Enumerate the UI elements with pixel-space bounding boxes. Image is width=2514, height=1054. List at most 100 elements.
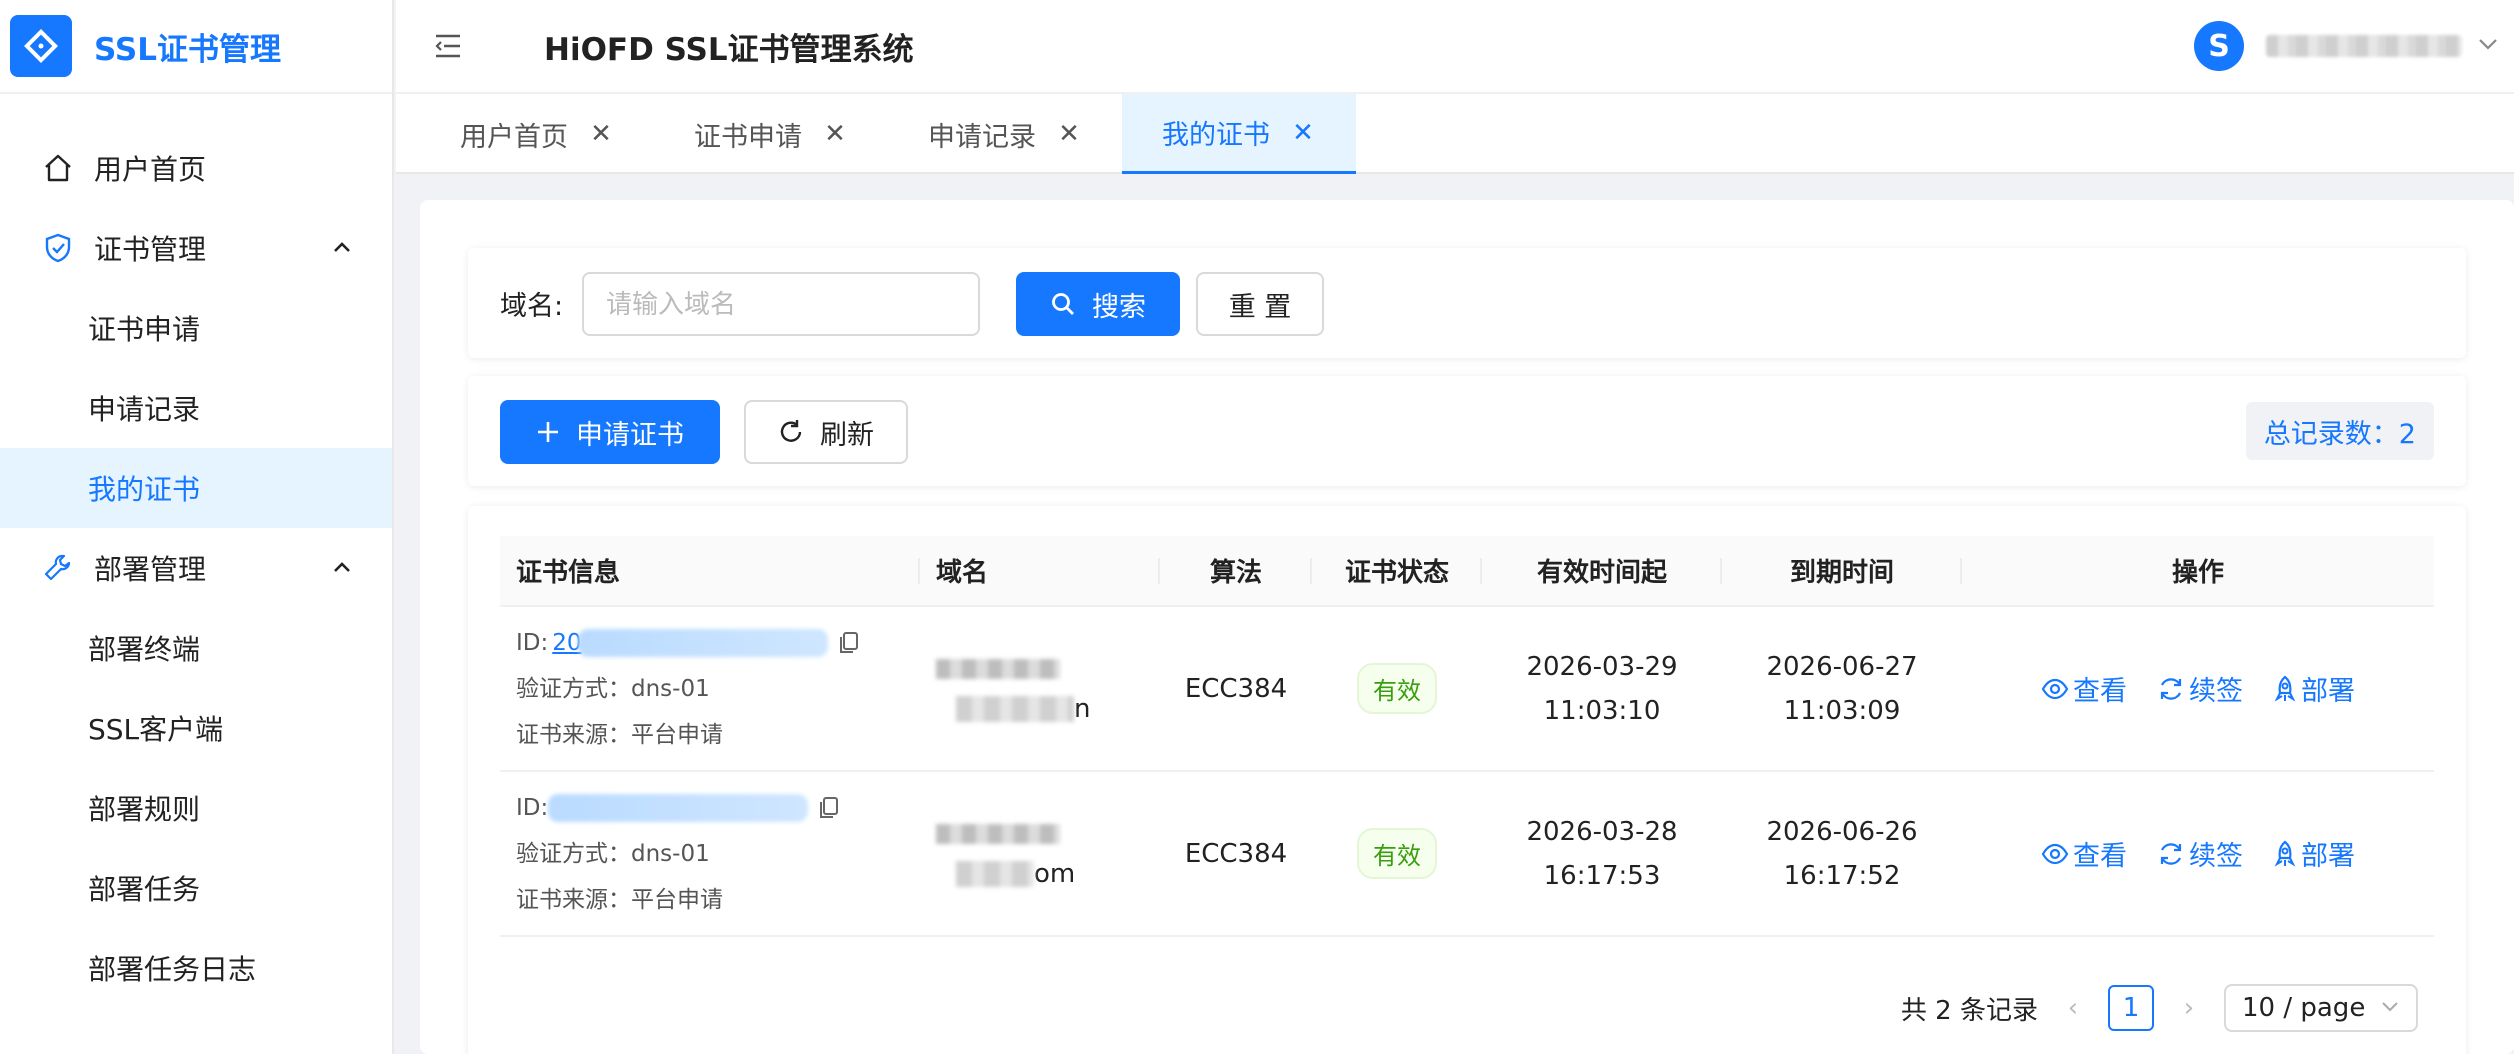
tab-bar: 用户首页 ✕ 证书申请 ✕ 申请记录 ✕ 我的证书 ✕ [396, 94, 2514, 174]
renew-button[interactable]: 续签 [2157, 834, 2243, 873]
chevron-down-icon[interactable] [2476, 32, 2500, 60]
view-label: 查看 [2073, 676, 2127, 707]
tab-cert-apply[interactable]: 证书申请 ✕ [654, 94, 888, 174]
deploy-label: 部署 [2301, 676, 2355, 707]
cert-info-cell: ID: 20 验证方式：dns-01 证书来源：平台申请 [500, 606, 920, 772]
logo-text: SSL证书管理 [94, 31, 282, 68]
next-page-icon[interactable]: › [2174, 993, 2204, 1023]
sidebar-item-apply-records[interactable]: 申请记录 [0, 368, 392, 448]
renew-button[interactable]: 续签 [2157, 669, 2243, 708]
search-icon [1050, 291, 1076, 317]
cert-info-cell: ID: 验证方式：dns-01 证书来源：平台申请 [500, 771, 920, 937]
end-time-cell: 2026-06-27 11:03:09 [1722, 606, 1962, 772]
cert-id-redacted [548, 793, 809, 822]
sidebar-item-cert-apply[interactable]: 证书申请 [0, 288, 392, 368]
sidebar-item-ssl-client[interactable]: SSL客户端 [0, 688, 392, 768]
view-label: 查看 [2073, 841, 2127, 872]
end-clock: 16:17:52 [1783, 860, 1901, 891]
start-clock: 16:17:53 [1543, 860, 1661, 891]
sidebar-item-label: SSL客户端 [88, 713, 224, 746]
view-button[interactable]: 查看 [2041, 834, 2127, 873]
sidebar-item-my-certs[interactable]: 我的证书 [0, 448, 392, 528]
shield-check-icon [40, 230, 76, 266]
end-date: 2026-06-26 [1766, 816, 1918, 847]
end-time-cell: 2026-06-26 16:17:52 [1722, 771, 1962, 937]
column-header: 证书信息 [500, 536, 920, 607]
start-clock: 11:03:10 [1543, 695, 1661, 726]
renew-label: 续签 [2189, 841, 2243, 872]
sidebar-item-label: 证书管理 [94, 233, 207, 266]
cert-id-line: ID: [516, 785, 920, 831]
domain-search-input[interactable] [582, 272, 980, 336]
status-badge: 有效 [1357, 663, 1437, 714]
start-date: 2026-03-29 [1526, 651, 1678, 682]
tab-apply-records[interactable]: 申请记录 ✕ [888, 94, 1122, 174]
eye-icon [2041, 843, 2069, 865]
cert-source: 证书来源：平台申请 [516, 721, 723, 748]
page-number-button[interactable]: 1 [2108, 985, 2154, 1031]
total-count-badge: 总记录数：2 [2245, 402, 2434, 460]
domain-redacted [936, 823, 1060, 844]
sidebar-item-label: 部署规则 [88, 793, 201, 826]
actions-cell: 查看 续签 部署 [1962, 771, 2434, 937]
sidebar-item-label: 部署终端 [88, 633, 201, 666]
sidebar-item-label: 证书申请 [88, 313, 201, 346]
avatar[interactable]: S [2194, 21, 2244, 71]
toolbar-panel: 申请证书 刷新 总记录数：2 [468, 376, 2466, 486]
tab-my-certs[interactable]: 我的证书 ✕ [1122, 94, 1356, 174]
reset-button[interactable]: 重 置 [1196, 272, 1324, 336]
column-header: 到期时间 [1722, 536, 1962, 607]
menu-fold-icon[interactable] [430, 28, 466, 64]
cert-source: 证书来源：平台申请 [516, 886, 723, 913]
deploy-label: 部署 [2301, 841, 2355, 872]
cert-id-line: ID: 20 [516, 620, 920, 666]
column-header: 算法 [1160, 536, 1312, 607]
search-button[interactable]: 搜索 [1016, 272, 1180, 336]
logo-icon [10, 15, 72, 77]
view-button[interactable]: 查看 [2041, 669, 2127, 708]
sidebar-item-deploy-terminal[interactable]: 部署终端 [0, 608, 392, 688]
rocket-icon [2273, 675, 2297, 703]
sidebar-item-deploy-management[interactable]: 部署管理 [0, 528, 392, 608]
sidebar-item-label: 部署任务 [88, 873, 201, 906]
deploy-button[interactable]: 部署 [2273, 834, 2355, 873]
logo: SSL证书管理 [0, 0, 392, 94]
domain-suffix: n [1074, 693, 1091, 724]
copy-icon[interactable] [838, 631, 860, 655]
prev-page-icon[interactable]: ‹ [2058, 993, 2088, 1023]
sidebar: SSL证书管理 用户首页 证书管理 证书申请 申请记录 我的证书 部署管理 部署… [0, 0, 394, 1054]
start-date: 2026-03-28 [1526, 816, 1678, 847]
user-menu[interactable]: S [2194, 18, 2500, 74]
search-panel: 域名: 搜索 重 置 [468, 248, 2466, 358]
close-icon[interactable]: ✕ [588, 119, 614, 149]
close-icon[interactable]: ✕ [1056, 119, 1082, 149]
sidebar-item-deploy-rules[interactable]: 部署规则 [0, 768, 392, 848]
sidebar-item-deploy-task-logs[interactable]: 部署任务日志 [0, 928, 392, 1008]
main-content: 域名: 搜索 重 置 申请证书 刷新 总记录数：2 [420, 200, 2514, 1054]
apply-cert-button[interactable]: 申请证书 [500, 400, 720, 464]
sidebar-item-cert-management[interactable]: 证书管理 [0, 208, 392, 288]
chevron-down-icon [2380, 993, 2400, 1023]
sync-icon [2157, 675, 2185, 703]
copy-icon[interactable] [818, 796, 840, 820]
refresh-button[interactable]: 刷新 [744, 400, 908, 464]
search-button-label: 搜索 [1092, 291, 1146, 323]
close-icon[interactable]: ✕ [1290, 118, 1316, 148]
deploy-button[interactable]: 部署 [2273, 669, 2355, 708]
page-size-select[interactable]: 10 / page [2224, 984, 2418, 1032]
tab-label: 申请记录 [928, 121, 1036, 153]
close-icon[interactable]: ✕ [822, 119, 848, 149]
verify-method: 验证方式：dns-01 [516, 675, 710, 702]
verify-method: 验证方式：dns-01 [516, 840, 710, 867]
end-date: 2026-06-27 [1766, 651, 1918, 682]
refresh-icon [778, 419, 804, 445]
start-time-cell: 2026-03-28 16:17:53 [1482, 771, 1722, 937]
refresh-button-label: 刷新 [820, 419, 874, 451]
domain-redacted [956, 860, 1034, 887]
sidebar-item-home[interactable]: 用户首页 [0, 128, 392, 208]
tab-home[interactable]: 用户首页 ✕ [420, 94, 654, 174]
chevron-up-icon [330, 554, 354, 587]
sidebar-item-deploy-tasks[interactable]: 部署任务 [0, 848, 392, 928]
sidebar-item-label: 我的证书 [88, 473, 201, 506]
pagination: 共 2 条记录 ‹ 1 › 10 / page [1901, 984, 2418, 1032]
